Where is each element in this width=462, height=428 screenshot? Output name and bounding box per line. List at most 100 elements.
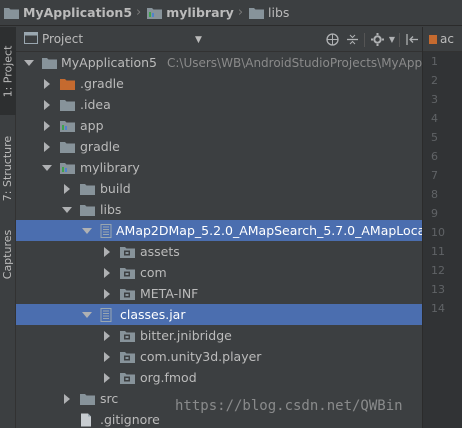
tree-node-label: MyApplication5 bbox=[61, 55, 157, 70]
tree-node-label: com.unity3d.player bbox=[140, 349, 262, 364]
expand-arrow-right-icon[interactable] bbox=[102, 288, 112, 299]
line-number: 4 bbox=[431, 112, 438, 125]
package-icon bbox=[120, 350, 136, 364]
breadcrumb-libs[interactable]: libs bbox=[249, 0, 289, 26]
package-icon bbox=[120, 245, 136, 259]
folder-icon bbox=[249, 7, 265, 19]
project-view-selector[interactable]: Project bbox=[42, 32, 83, 46]
breadcrumb-label: mylibrary bbox=[166, 5, 234, 20]
tree-node[interactable]: org.fmod bbox=[16, 367, 422, 388]
navigation-bar: MyApplication5 › mylibrary › libs bbox=[0, 0, 462, 26]
breadcrumb-project[interactable]: MyApplication5 › bbox=[4, 0, 147, 26]
project-folder-icon bbox=[4, 7, 19, 19]
tree-node-label: src bbox=[100, 391, 119, 406]
line-number: 5 bbox=[431, 131, 438, 144]
jar-icon bbox=[100, 307, 116, 322]
tab-captures[interactable]: Captures bbox=[0, 219, 16, 289]
expand-arrow-down-icon[interactable] bbox=[24, 58, 34, 68]
tree-node[interactable]: bitter.jnibridge bbox=[16, 325, 422, 346]
expand-arrow-right-icon[interactable] bbox=[62, 393, 72, 404]
expand-arrow-down-icon[interactable] bbox=[62, 205, 72, 215]
line-number: 9 bbox=[431, 207, 438, 220]
expand-arrow-right-icon[interactable] bbox=[42, 141, 52, 152]
tree-node[interactable]: MyApplication5 C:\Users\WB\AndroidStudioP… bbox=[16, 52, 435, 73]
line-number: 6 bbox=[431, 150, 438, 163]
expand-arrow-right-icon[interactable] bbox=[42, 120, 52, 131]
tree-node[interactable]: META-INF bbox=[16, 283, 422, 304]
line-number: 2 bbox=[431, 74, 438, 87]
watermark: https://blog.csdn.net/QWBin bbox=[175, 398, 403, 414]
tree-node[interactable]: gradle bbox=[16, 136, 422, 157]
chevron-down-icon[interactable]: ▼ bbox=[387, 27, 397, 52]
line-number: 13 bbox=[431, 283, 445, 296]
tree-node-label: build bbox=[100, 181, 131, 196]
tree-node[interactable]: mylibrary bbox=[16, 157, 422, 178]
expand-arrow-right-icon[interactable] bbox=[102, 372, 112, 383]
tree-node-label: bitter.jnibridge bbox=[140, 328, 232, 343]
file-icon bbox=[429, 34, 437, 44]
tree-node-label: .gradle bbox=[80, 76, 124, 91]
expand-arrow-right-icon[interactable] bbox=[42, 78, 52, 89]
package-icon bbox=[120, 371, 136, 385]
gear-icon[interactable] bbox=[367, 27, 387, 52]
project-panel: Project ▼ ▼ MyApplication5 C:\Users\WB\An… bbox=[16, 27, 449, 428]
tree-node[interactable]: assets bbox=[16, 241, 422, 262]
tree-node-label: classes.jar bbox=[120, 307, 186, 322]
folder-icon bbox=[80, 392, 96, 406]
expand-arrow-right-icon[interactable] bbox=[102, 330, 112, 341]
module-folder-icon bbox=[147, 7, 163, 19]
tree-node-label: gradle bbox=[80, 139, 120, 154]
tool-window-strip: 1: Project 7: Structure Captures bbox=[0, 27, 16, 428]
editor-area: ac 1 2 3 4 5 6 7 8 9 10 11 12 13 14 bbox=[422, 27, 462, 428]
line-number: 3 bbox=[431, 93, 438, 106]
tree-node[interactable]: .idea bbox=[16, 94, 422, 115]
hide-icon[interactable] bbox=[402, 27, 422, 52]
tree-node-label: libs bbox=[100, 202, 122, 217]
expand-arrow-down-icon[interactable] bbox=[82, 226, 92, 236]
chevron-down-icon[interactable]: ▼ bbox=[195, 35, 202, 45]
expand-arrow-right-icon[interactable] bbox=[102, 351, 112, 362]
breadcrumb-label: MyApplication5 bbox=[23, 5, 133, 20]
tree-node-path: C:\Users\WB\AndroidStudioProjects\MyAppl… bbox=[166, 55, 436, 70]
tree-node-label: assets bbox=[140, 244, 180, 259]
folder-icon bbox=[80, 182, 96, 196]
tree-node[interactable]: com.unity3d.player bbox=[16, 346, 422, 367]
breadcrumb-module[interactable]: mylibrary › bbox=[147, 0, 249, 26]
tree-node-label: app bbox=[80, 118, 104, 133]
tab-label: Captures bbox=[1, 229, 15, 279]
folder-icon bbox=[60, 98, 76, 112]
globe-icon[interactable] bbox=[322, 27, 342, 52]
tree-node[interactable]: classes.jar bbox=[16, 304, 422, 325]
tree-node[interactable]: libs bbox=[16, 199, 422, 220]
line-number: 8 bbox=[431, 188, 438, 201]
module-folder-icon bbox=[60, 119, 76, 133]
tree-node[interactable]: com bbox=[16, 262, 422, 283]
folder-icon bbox=[80, 203, 96, 217]
expand-arrow-right-icon[interactable] bbox=[42, 99, 52, 110]
expand-arrow-right-icon[interactable] bbox=[62, 183, 72, 194]
expand-arrow-right-icon[interactable] bbox=[102, 267, 112, 278]
tree-node-label: .idea bbox=[80, 97, 111, 112]
tree-node-label: mylibrary bbox=[80, 160, 140, 175]
expand-arrow-down-icon[interactable] bbox=[42, 163, 52, 173]
tree-node[interactable]: AMap2DMap_5.2.0_AMapSearch_5.7.0_AMapLoc… bbox=[16, 220, 449, 241]
package-icon bbox=[120, 287, 136, 301]
expand-arrow-right-icon[interactable] bbox=[102, 246, 112, 257]
tab-structure[interactable]: 7: Structure bbox=[0, 123, 16, 213]
tree-node[interactable]: app bbox=[16, 115, 422, 136]
toolbar-divider bbox=[399, 32, 400, 47]
tab-project[interactable]: 1: Project bbox=[0, 27, 16, 115]
collapse-icon[interactable] bbox=[342, 27, 362, 52]
folder-icon bbox=[60, 140, 76, 154]
tree-node-label: .gitignore bbox=[100, 412, 160, 427]
tree-node[interactable]: build bbox=[16, 178, 422, 199]
module-folder-icon bbox=[60, 161, 76, 175]
jar-icon bbox=[100, 223, 112, 238]
tree-node-label: org.fmod bbox=[140, 370, 197, 385]
tree-node[interactable]: .gradle bbox=[16, 73, 422, 94]
breadcrumb-label: libs bbox=[268, 5, 290, 20]
toolbar-divider bbox=[364, 32, 365, 47]
editor-tab[interactable]: ac bbox=[423, 27, 462, 52]
expand-arrow-down-icon[interactable] bbox=[82, 310, 92, 320]
tab-label: 7: Structure bbox=[1, 135, 15, 201]
